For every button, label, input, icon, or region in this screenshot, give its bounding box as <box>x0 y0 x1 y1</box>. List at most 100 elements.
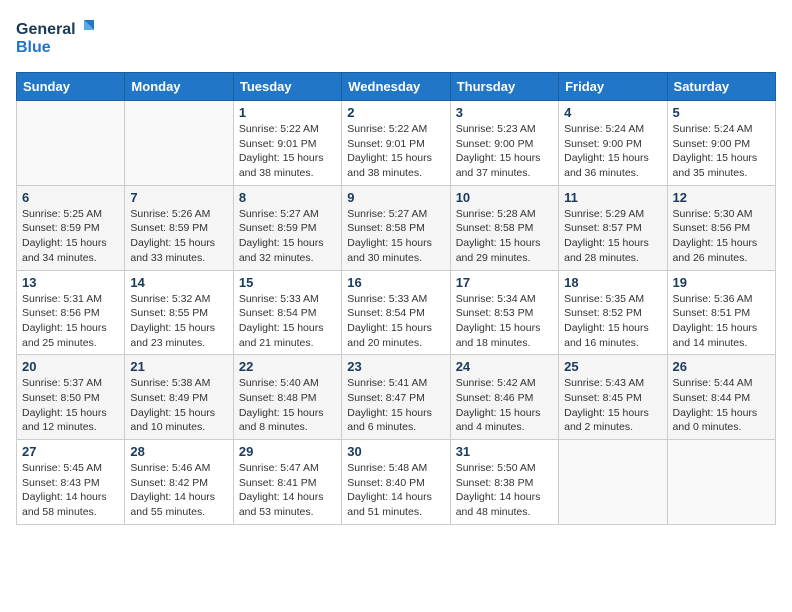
day-detail: Sunrise: 5:25 AMSunset: 8:59 PMDaylight:… <box>22 207 119 266</box>
day-number: 30 <box>347 444 444 459</box>
svg-text:Blue: Blue <box>16 39 51 56</box>
day-cell: 12 Sunrise: 5:30 AMSunset: 8:56 PMDayligh… <box>667 185 775 270</box>
day-cell: 16 Sunrise: 5:33 AMSunset: 8:54 PMDayligh… <box>342 270 450 355</box>
day-cell: 14Sunrise: 5:32 AMSunset: 8:55 PMDayligh… <box>125 270 233 355</box>
day-detail: Sunrise: 5:40 AMSunset: 8:48 PMDaylight:… <box>239 376 336 435</box>
day-detail: Sunrise: 5:34 AMSunset: 8:53 PMDaylight:… <box>456 292 553 351</box>
header-cell-wednesday: Wednesday <box>342 73 450 101</box>
day-number: 1 <box>239 105 336 120</box>
day-number: 19 <box>673 275 770 290</box>
day-cell <box>667 440 775 525</box>
week-row-0: 1 Sunrise: 5:22 AMSunset: 9:01 PMDaylight… <box>17 101 776 186</box>
day-number: 23 <box>347 359 444 374</box>
day-number: 22 <box>239 359 336 374</box>
week-row-2: 13 Sunrise: 5:31 AMSunset: 8:56 PMDayligh… <box>17 270 776 355</box>
day-detail: Sunrise: 5:48 AMSunset: 8:40 PMDaylight:… <box>347 461 444 520</box>
day-detail: Sunrise: 5:44 AMSunset: 8:44 PMDaylight:… <box>673 376 770 435</box>
day-cell: 6 Sunrise: 5:25 AMSunset: 8:59 PMDaylight… <box>17 185 125 270</box>
day-cell: 24 Sunrise: 5:42 AMSunset: 8:46 PMDayligh… <box>450 355 558 440</box>
day-detail: Sunrise: 5:50 AMSunset: 8:38 PMDaylight:… <box>456 461 553 520</box>
day-number: 16 <box>347 275 444 290</box>
day-number: 9 <box>347 190 444 205</box>
day-cell: 20 Sunrise: 5:37 AMSunset: 8:50 PMDayligh… <box>17 355 125 440</box>
day-detail: Sunrise: 5:29 AMSunset: 8:57 PMDaylight:… <box>564 207 661 266</box>
day-cell: 19Sunrise: 5:36 AMSunset: 8:51 PMDayligh… <box>667 270 775 355</box>
day-cell: 13 Sunrise: 5:31 AMSunset: 8:56 PMDayligh… <box>17 270 125 355</box>
day-number: 13 <box>22 275 119 290</box>
calendar-table: SundayMondayTuesdayWednesdayThursdayFrid… <box>16 72 776 525</box>
day-number: 28 <box>130 444 227 459</box>
day-detail: Sunrise: 5:31 AMSunset: 8:56 PMDaylight:… <box>22 292 119 351</box>
day-detail: Sunrise: 5:42 AMSunset: 8:46 PMDaylight:… <box>456 376 553 435</box>
day-cell: 4Sunrise: 5:24 AMSunset: 9:00 PMDaylight… <box>559 101 667 186</box>
day-cell: 22 Sunrise: 5:40 AMSunset: 8:48 PMDayligh… <box>233 355 341 440</box>
calendar-body: 1 Sunrise: 5:22 AMSunset: 9:01 PMDaylight… <box>17 101 776 525</box>
day-cell: 30 Sunrise: 5:48 AMSunset: 8:40 PMDayligh… <box>342 440 450 525</box>
day-number: 27 <box>22 444 119 459</box>
day-number: 20 <box>22 359 119 374</box>
day-detail: Sunrise: 5:30 AMSunset: 8:56 PMDaylight:… <box>673 207 770 266</box>
day-cell: 28 Sunrise: 5:46 AMSunset: 8:42 PMDayligh… <box>125 440 233 525</box>
day-cell: 15Sunrise: 5:33 AMSunset: 8:54 PMDayligh… <box>233 270 341 355</box>
day-detail: Sunrise: 5:41 AMSunset: 8:47 PMDaylight:… <box>347 376 444 435</box>
day-number: 29 <box>239 444 336 459</box>
day-number: 3 <box>456 105 553 120</box>
day-cell: 3 Sunrise: 5:23 AMSunset: 9:00 PMDaylight… <box>450 101 558 186</box>
day-cell: 8Sunrise: 5:27 AMSunset: 8:59 PMDaylight… <box>233 185 341 270</box>
day-cell: 25Sunrise: 5:43 AMSunset: 8:45 PMDayligh… <box>559 355 667 440</box>
logo-svg: General Blue <box>16 16 96 60</box>
day-cell: 27 Sunrise: 5:45 AMSunset: 8:43 PMDayligh… <box>17 440 125 525</box>
header-cell-thursday: Thursday <box>450 73 558 101</box>
header-cell-sunday: Sunday <box>17 73 125 101</box>
day-detail: Sunrise: 5:22 AMSunset: 9:01 PMDaylight:… <box>347 122 444 181</box>
day-cell <box>17 101 125 186</box>
day-number: 26 <box>673 359 770 374</box>
day-cell: 9Sunrise: 5:27 AMSunset: 8:58 PMDaylight… <box>342 185 450 270</box>
week-row-3: 20 Sunrise: 5:37 AMSunset: 8:50 PMDayligh… <box>17 355 776 440</box>
day-cell: 11 Sunrise: 5:29 AMSunset: 8:57 PMDayligh… <box>559 185 667 270</box>
day-number: 10 <box>456 190 553 205</box>
day-cell <box>125 101 233 186</box>
day-cell: 18 Sunrise: 5:35 AMSunset: 8:52 PMDayligh… <box>559 270 667 355</box>
day-detail: Sunrise: 5:24 AMSunset: 9:00 PMDaylight:… <box>673 122 770 181</box>
day-detail: Sunrise: 5:47 AMSunset: 8:41 PMDaylight:… <box>239 461 336 520</box>
day-detail: Sunrise: 5:35 AMSunset: 8:52 PMDaylight:… <box>564 292 661 351</box>
header-cell-tuesday: Tuesday <box>233 73 341 101</box>
day-cell: 21Sunrise: 5:38 AMSunset: 8:49 PMDayligh… <box>125 355 233 440</box>
day-cell: 5Sunrise: 5:24 AMSunset: 9:00 PMDaylight… <box>667 101 775 186</box>
day-cell <box>559 440 667 525</box>
header-cell-friday: Friday <box>559 73 667 101</box>
day-cell: 10 Sunrise: 5:28 AMSunset: 8:58 PMDayligh… <box>450 185 558 270</box>
day-detail: Sunrise: 5:28 AMSunset: 8:58 PMDaylight:… <box>456 207 553 266</box>
day-cell: 7Sunrise: 5:26 AMSunset: 8:59 PMDaylight… <box>125 185 233 270</box>
header-row: SundayMondayTuesdayWednesdayThursdayFrid… <box>17 73 776 101</box>
day-number: 24 <box>456 359 553 374</box>
day-number: 18 <box>564 275 661 290</box>
day-number: 8 <box>239 190 336 205</box>
day-cell: 31 Sunrise: 5:50 AMSunset: 8:38 PMDayligh… <box>450 440 558 525</box>
day-cell: 1Sunrise: 5:22 AMSunset: 9:01 PMDaylight… <box>233 101 341 186</box>
day-detail: Sunrise: 5:46 AMSunset: 8:42 PMDaylight:… <box>130 461 227 520</box>
day-number: 6 <box>22 190 119 205</box>
day-number: 14 <box>130 275 227 290</box>
day-number: 12 <box>673 190 770 205</box>
day-number: 31 <box>456 444 553 459</box>
header-cell-saturday: Saturday <box>667 73 775 101</box>
svg-text:General: General <box>16 21 76 38</box>
day-detail: Sunrise: 5:33 AMSunset: 8:54 PMDaylight:… <box>239 292 336 351</box>
week-row-4: 27 Sunrise: 5:45 AMSunset: 8:43 PMDayligh… <box>17 440 776 525</box>
day-detail: Sunrise: 5:37 AMSunset: 8:50 PMDaylight:… <box>22 376 119 435</box>
day-detail: Sunrise: 5:26 AMSunset: 8:59 PMDaylight:… <box>130 207 227 266</box>
day-number: 17 <box>456 275 553 290</box>
day-detail: Sunrise: 5:23 AMSunset: 9:00 PMDaylight:… <box>456 122 553 181</box>
header-cell-monday: Monday <box>125 73 233 101</box>
calendar-header: SundayMondayTuesdayWednesdayThursdayFrid… <box>17 73 776 101</box>
day-detail: Sunrise: 5:33 AMSunset: 8:54 PMDaylight:… <box>347 292 444 351</box>
day-detail: Sunrise: 5:24 AMSunset: 9:00 PMDaylight:… <box>564 122 661 181</box>
week-row-1: 6 Sunrise: 5:25 AMSunset: 8:59 PMDaylight… <box>17 185 776 270</box>
day-detail: Sunrise: 5:45 AMSunset: 8:43 PMDaylight:… <box>22 461 119 520</box>
day-number: 21 <box>130 359 227 374</box>
day-number: 11 <box>564 190 661 205</box>
page-header: General Blue <box>16 16 776 60</box>
day-number: 2 <box>347 105 444 120</box>
